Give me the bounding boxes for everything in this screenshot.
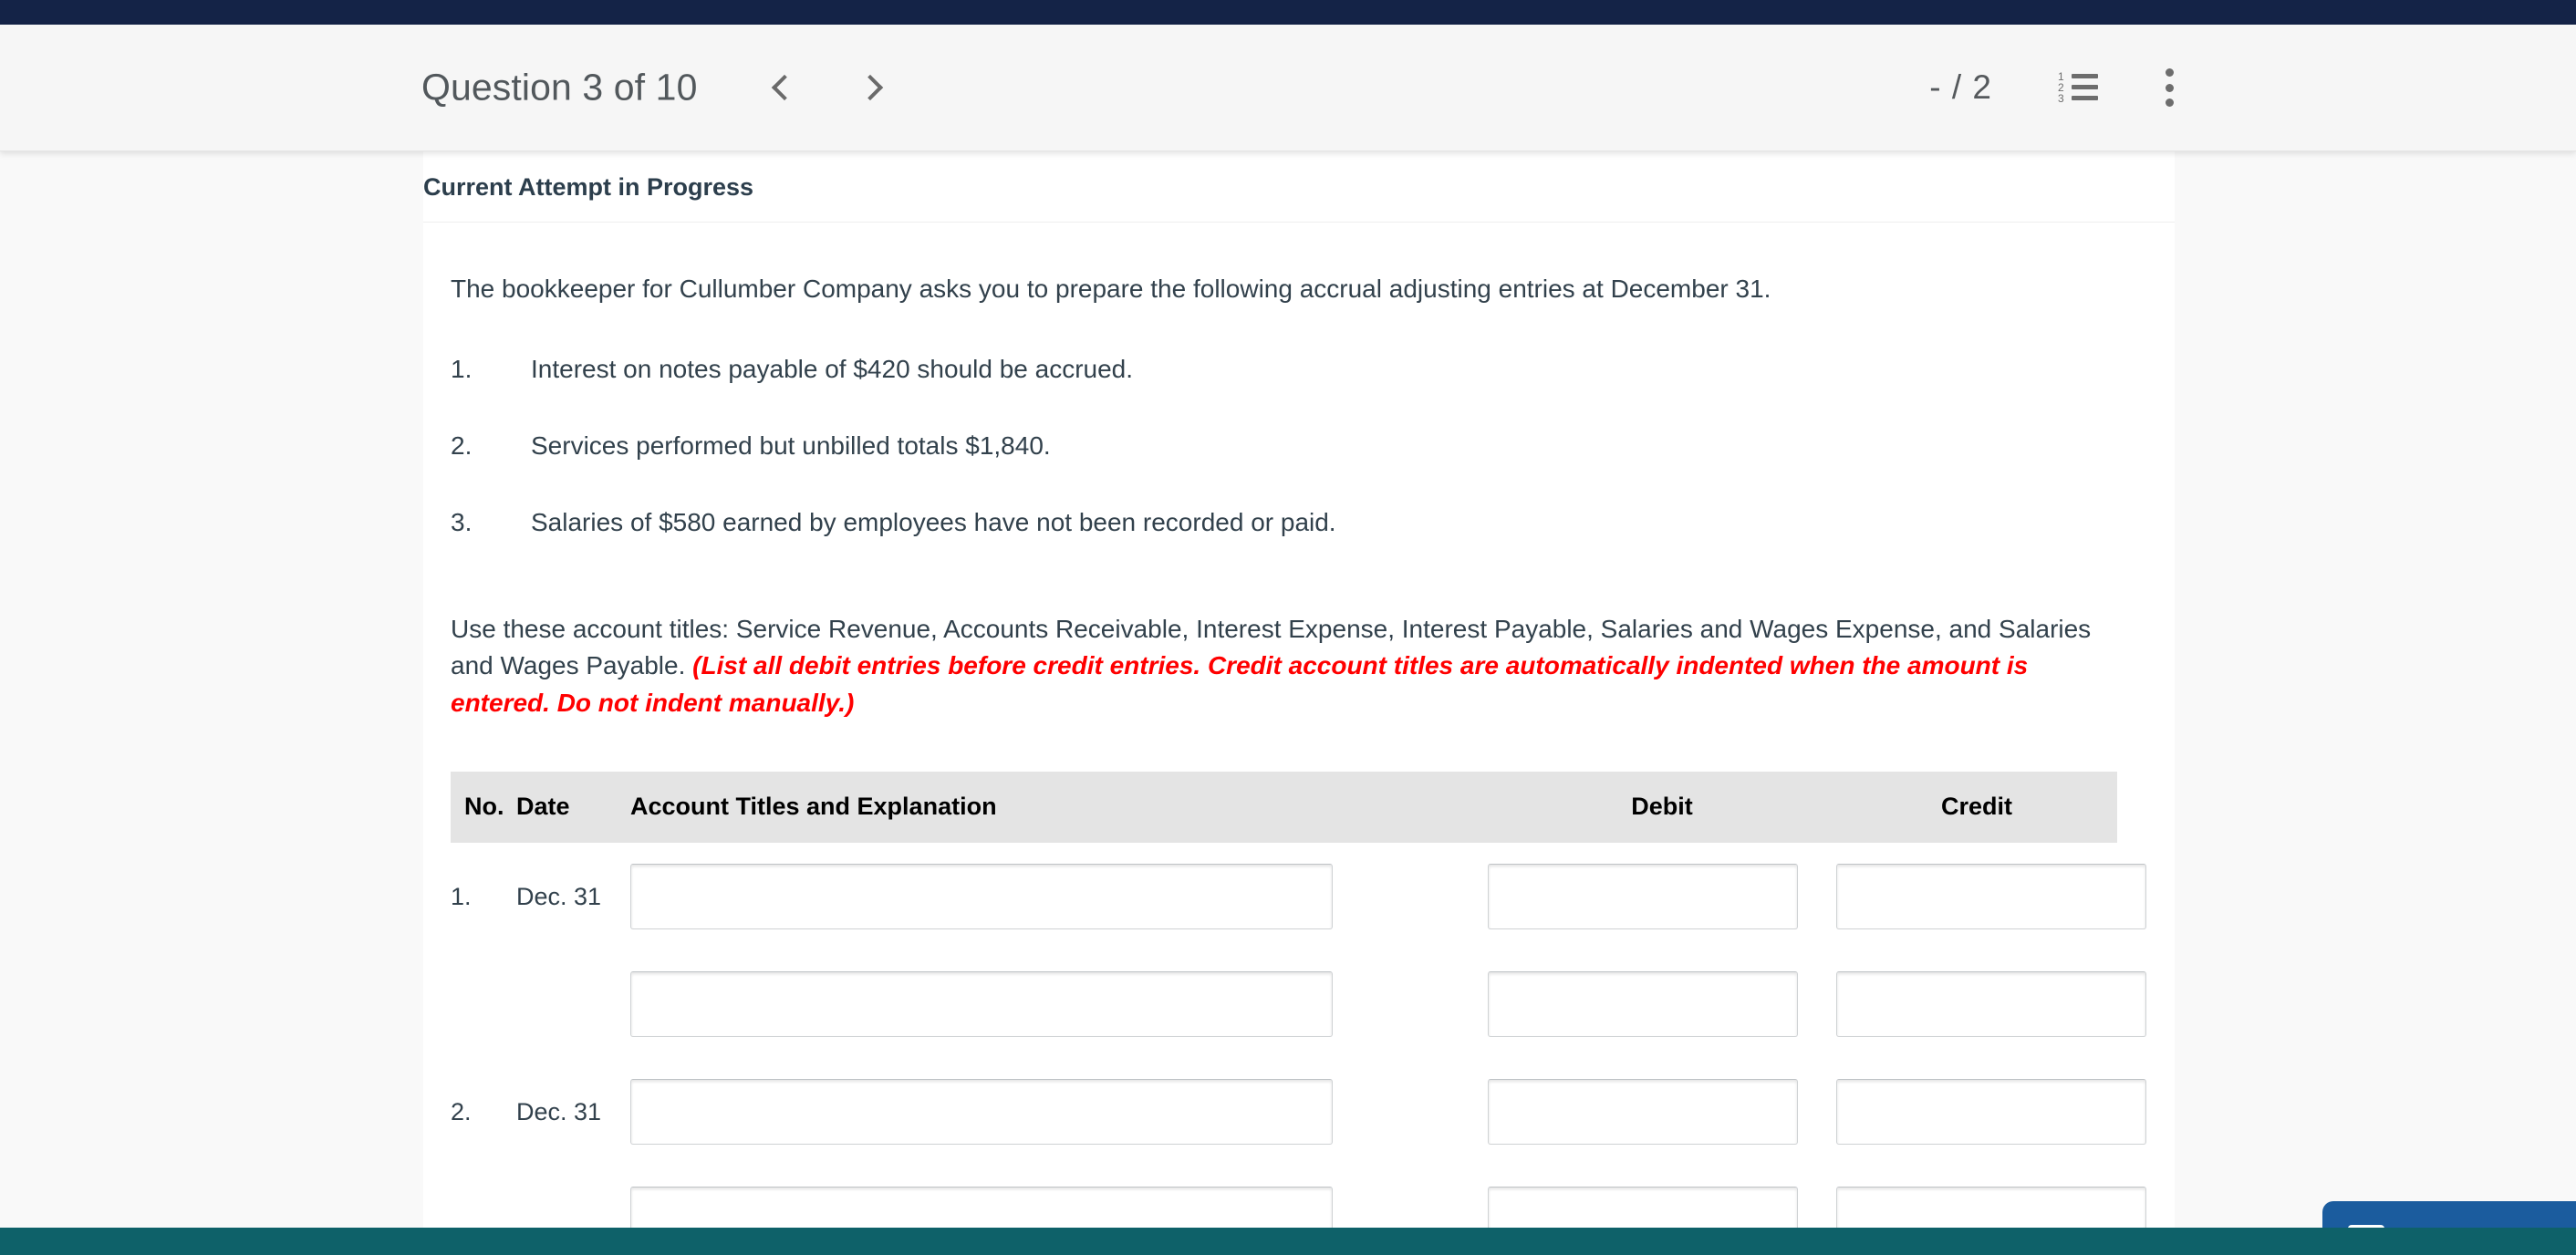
account-input[interactable] — [630, 864, 1333, 930]
page-title: Question 3 of 10 — [421, 66, 698, 109]
accounts-instruction-note: (List all debit entries before credit en… — [451, 651, 2029, 718]
bottom-teal-bar — [0, 1228, 2576, 1255]
row-date: Dec. 31 — [516, 1097, 602, 1125]
credit-input[interactable] — [1836, 864, 2146, 930]
row-number: 2. — [451, 1097, 472, 1125]
credit-cell — [1836, 1058, 2146, 1166]
next-question-button[interactable] — [848, 63, 898, 112]
row-number: 1. — [451, 882, 472, 910]
debit-input[interactable] — [1488, 971, 1798, 1038]
column-header-date: Date — [516, 772, 630, 844]
page-background: Current Attempt in Progress The bookkeep… — [0, 151, 2576, 1255]
column-header-credit: Credit — [1836, 772, 2117, 844]
table-row — [451, 950, 2146, 1058]
row-date: Dec. 31 — [516, 882, 602, 910]
row-number — [451, 950, 516, 1058]
question-intro: The bookkeeper for Cullumber Company ask… — [451, 275, 1771, 303]
chevron-left-icon — [771, 74, 798, 101]
accounts-instruction: Use these account titles: Service Revenu… — [451, 611, 2124, 723]
list-item: 1. Interest on notes payable of $420 sho… — [451, 352, 2124, 387]
credit-input[interactable] — [1836, 1079, 2146, 1146]
debit-input[interactable] — [1488, 864, 1798, 930]
credit-input[interactable] — [1836, 971, 2146, 1038]
adjustment-list: 1. Interest on notes payable of $420 sho… — [451, 352, 2124, 539]
account-cell — [630, 843, 1488, 950]
table-row: 1. Dec. 31 — [451, 843, 2146, 950]
prev-question-button[interactable] — [757, 63, 806, 112]
credit-cell — [1836, 950, 2146, 1058]
account-input[interactable] — [630, 1079, 1333, 1146]
list-item: 3. Salaries of $580 earned by employees … — [451, 505, 2124, 540]
column-header-debit: Debit — [1488, 772, 1836, 844]
list-item-text: Salaries of $580 earned by employees hav… — [531, 507, 1336, 536]
list-item-number: 3. — [451, 507, 473, 536]
list-item-text: Services performed but unbilled totals $… — [531, 430, 1051, 460]
debit-input[interactable] — [1488, 1079, 1798, 1146]
list-item-number: 1. — [451, 355, 473, 384]
kebab-menu-icon — [2165, 68, 2174, 107]
account-cell — [630, 950, 1488, 1058]
debit-cell — [1488, 950, 1836, 1058]
top-navy-bar — [0, 0, 2576, 25]
debit-cell — [1488, 843, 1836, 950]
numbered-list-icon: 1 2 3 — [2058, 71, 2098, 104]
credit-cell — [1836, 843, 2146, 950]
column-header-account: Account Titles and Explanation — [630, 772, 1488, 844]
more-options-button[interactable] — [2145, 64, 2193, 111]
list-item-text: Interest on notes payable of $420 should… — [531, 355, 1134, 384]
score-indicator: - / 2 — [1929, 68, 1992, 106]
account-cell — [630, 1058, 1488, 1166]
chevron-right-icon — [857, 74, 884, 101]
question-list-button[interactable]: 1 2 3 — [2054, 64, 2102, 111]
account-input[interactable] — [630, 971, 1333, 1038]
table-header-row: No. Date Account Titles and Explanation … — [451, 772, 2117, 844]
attempt-status: Current Attempt in Progress — [423, 151, 2175, 223]
table-row: 2. Dec. 31 — [451, 1058, 2146, 1166]
row-date — [516, 950, 630, 1058]
column-header-no: No. — [451, 772, 516, 844]
journal-entry-table: No. Date Account Titles and Explanation … — [451, 772, 2146, 1255]
debit-cell — [1488, 1058, 1836, 1166]
question-header-bar: Question 3 of 10 - / 2 1 2 3 — [0, 25, 2576, 151]
list-item-number: 2. — [451, 430, 473, 460]
question-body: The bookkeeper for Cullumber Company ask… — [423, 271, 2175, 1255]
question-card: Current Attempt in Progress The bookkeep… — [423, 151, 2175, 1255]
list-item: 2. Services performed but unbilled total… — [451, 429, 2124, 463]
